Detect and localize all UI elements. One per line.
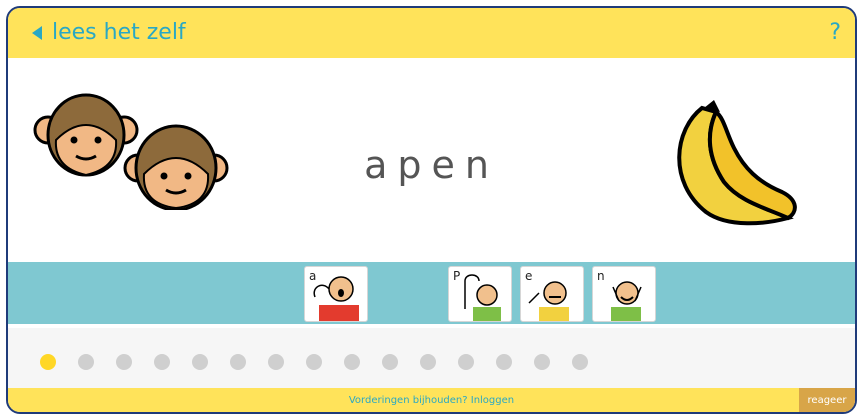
progress-dot — [78, 354, 94, 370]
progress-dot — [116, 354, 132, 370]
progress-dot — [230, 354, 246, 370]
progress-dot — [192, 354, 208, 370]
sign-card-n[interactable]: n — [592, 266, 656, 322]
card-letter: a — [309, 269, 317, 283]
progress-dot — [306, 354, 322, 370]
card-letter: n — [597, 269, 605, 283]
app-frame: lees het zelf ? apen a P e n Vorderingen… — [6, 6, 857, 414]
top-bar: lees het zelf ? — [8, 8, 855, 58]
progress-dot — [534, 354, 550, 370]
card-letter: P — [453, 269, 461, 283]
progress-dot — [382, 354, 398, 370]
react-button[interactable]: reageer — [799, 388, 855, 412]
back-label: lees het zelf — [52, 20, 186, 45]
back-arrow-icon — [32, 25, 42, 40]
login-prompt[interactable]: Vorderingen bijhouden? Inloggen — [349, 395, 514, 406]
progress-dot — [344, 354, 360, 370]
progress-dot — [420, 354, 436, 370]
sign-card-p[interactable]: P — [448, 266, 512, 322]
progress-dot — [458, 354, 474, 370]
progress-dot — [572, 354, 588, 370]
progress-dot-current — [40, 354, 56, 370]
progress-dot — [268, 354, 284, 370]
back-button[interactable]: lees het zelf — [32, 20, 186, 45]
banana-illustration — [677, 100, 797, 226]
help-button[interactable]: ? — [829, 20, 841, 45]
progress-dot — [496, 354, 512, 370]
progress-track — [8, 328, 855, 392]
sign-band — [8, 262, 855, 324]
banana-icon — [677, 100, 797, 226]
sign-card-e[interactable]: e — [520, 266, 584, 322]
sign-card-a[interactable]: a — [304, 266, 368, 322]
card-letter: e — [525, 269, 533, 283]
progress-dot — [154, 354, 170, 370]
footer-bar: Vorderingen bijhouden? Inloggen — [8, 388, 855, 412]
